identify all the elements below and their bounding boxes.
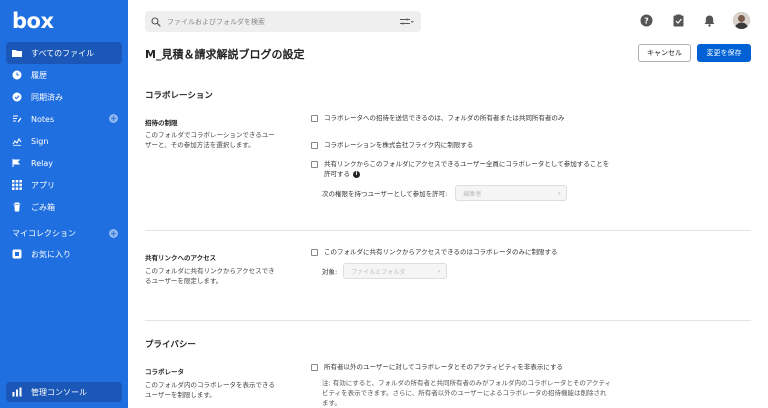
checkbox[interactable]	[311, 248, 318, 256]
sidebar-item-all-files[interactable]: すべてのファイル	[6, 42, 122, 64]
admin-console-label: 管理コンソール	[31, 387, 87, 397]
folder-icon	[12, 48, 22, 58]
option-label: 所有者以外のユーザーに対してコラボレータとそのアクティビティを非表示にする	[324, 363, 563, 371]
sidebar-item-apps[interactable]: アプリ	[6, 174, 122, 196]
sidebar-item-history[interactable]: 履歴	[6, 64, 122, 86]
box-logo[interactable]: box	[12, 9, 54, 33]
relay-icon	[12, 158, 22, 168]
tasks-icon[interactable]	[672, 14, 685, 27]
filter-icon[interactable]	[400, 17, 414, 26]
sidebar-item-label: 履歴	[31, 70, 47, 80]
grid-icon	[12, 180, 22, 190]
sidebar-item-notes[interactable]: Notes +	[6, 108, 122, 130]
sidebar-item-sign[interactable]: Sign	[6, 130, 122, 152]
target-row: 対象: ファイルとフォルダ ▾	[322, 263, 448, 279]
sidebar-item-relay[interactable]: Relay	[6, 152, 122, 174]
option-label: コラボレータへの招待を送信できるのは、フォルダの所有者または共同所有者のみ	[324, 114, 565, 122]
notes-icon	[12, 114, 22, 124]
option-hide-collaborators[interactable]: 所有者以外のユーザーに対してコラボレータとそのアクティビティを非表示にする	[311, 362, 611, 372]
checkbox[interactable]	[311, 114, 318, 122]
collaborators-desc: このフォルダ内のコラボレータを表示できるユーザーを制限します。	[145, 381, 275, 399]
option-label: このフォルダに共有リンクからアクセスできるのはコラボレータのみに制限する	[324, 248, 558, 256]
search-placeholder: ファイルおよびフォルダを検索	[167, 17, 265, 26]
check-circle-icon	[12, 92, 22, 102]
option-shared-link-collaborators-only[interactable]: このフォルダに共有リンクからアクセスできるのはコラボレータのみに制限する	[311, 247, 611, 257]
sidebar-item-label: お気に入り	[31, 249, 71, 259]
checkbox[interactable]	[311, 363, 318, 371]
bar-chart-icon	[12, 387, 22, 397]
collaborators-title: コラボレータ	[145, 368, 184, 376]
sidebar-item-label: アプリ	[31, 180, 55, 190]
sidebar-nav: すべてのファイル 履歴 同期済み Notes + Sign Relay アプリ	[0, 42, 128, 218]
collaboration-section-title: コラボレーション	[145, 91, 213, 101]
sidebar-item-label: 同期済み	[31, 92, 63, 102]
bell-icon[interactable]	[703, 14, 716, 27]
favorites-icon	[12, 249, 22, 259]
option-owner-invite-only[interactable]: コラボレータへの招待を送信できるのは、フォルダの所有者または共同所有者のみ	[311, 113, 611, 123]
svg-text:?: ?	[644, 17, 649, 26]
add-note-icon[interactable]: +	[109, 114, 118, 123]
clock-icon	[12, 70, 22, 80]
sidebar: box すべてのファイル 履歴 同期済み Notes + Sign Relay	[0, 0, 128, 408]
invite-restrictions-title: 招待の制限	[145, 119, 178, 127]
my-collections: マイコレクション + お気に入り	[0, 223, 128, 265]
sidebar-item-label: ごみ箱	[31, 202, 55, 212]
my-collections-label: マイコレクション	[12, 228, 76, 238]
admin-console-button[interactable]: 管理コンソール	[6, 382, 122, 402]
avatar[interactable]	[733, 12, 750, 29]
chevron-down-icon: ▾	[437, 269, 441, 275]
divider	[145, 320, 751, 321]
top-bar: ファイルおよびフォルダを検索 ?	[128, 0, 768, 42]
divider	[145, 230, 751, 231]
info-icon[interactable]: i	[353, 170, 360, 178]
search-icon	[151, 16, 161, 27]
save-button[interactable]: 変更を保存	[697, 44, 751, 62]
sidebar-item-label: Sign	[31, 136, 49, 146]
target-select[interactable]: ファイルとフォルダ ▾	[343, 263, 448, 279]
privacy-section-title: プライバシー	[145, 340, 196, 350]
sign-icon	[12, 136, 22, 146]
sidebar-item-label: Notes	[31, 114, 55, 124]
my-collections-header[interactable]: マイコレクション +	[6, 223, 122, 243]
target-label: 対象:	[322, 268, 338, 276]
page-title: M_見積＆請求解説ブログの設定	[145, 48, 305, 61]
cancel-button[interactable]: キャンセル	[638, 44, 691, 62]
option-label: 共有リンクからこのフォルダにアクセスできるユーザー全員にコラボレータとして参加す…	[324, 160, 610, 178]
permission-label: 次の権限を持つユーザーとして参加を許可:	[322, 190, 448, 198]
sidebar-item-synced[interactable]: 同期済み	[6, 86, 122, 108]
shared-link-access-title: 共有リンクへのアクセス	[145, 254, 217, 262]
sidebar-item-label: Relay	[31, 158, 53, 168]
invite-restrictions-desc: このフォルダでコラボレーションできるユーザーと、その参加方法を選択します。	[145, 131, 275, 149]
help-icon[interactable]: ?	[640, 14, 653, 27]
sidebar-item-trash[interactable]: ごみ箱	[6, 196, 122, 218]
permission-row: 次の権限を持つユーザーとして参加を許可: 編集者 ▾	[322, 185, 568, 201]
option-label: コラボレーションを株式会社フライク内に制限する	[324, 141, 474, 149]
option-restrict-to-company[interactable]: コラボレーションを株式会社フライク内に制限する	[311, 140, 611, 150]
sidebar-item-label: すべてのファイル	[31, 48, 95, 58]
permission-select[interactable]: 編集者 ▾	[455, 185, 568, 201]
search-input[interactable]: ファイルおよびフォルダを検索	[145, 11, 421, 32]
shared-link-access-desc: このフォルダに共有リンクからアクセスできるユーザーを限定します。	[145, 267, 275, 285]
chevron-down-icon: ▾	[557, 191, 561, 197]
privacy-note: 注: 有効にすると、フォルダの所有者と共同所有者のみがフォルダ内のコラボレータと…	[322, 379, 612, 407]
checkbox[interactable]	[311, 160, 318, 168]
add-collection-icon[interactable]: +	[109, 229, 118, 238]
sidebar-item-favorites[interactable]: お気に入り	[6, 243, 122, 265]
checkbox[interactable]	[311, 141, 318, 149]
option-shared-link-join[interactable]: 共有リンクからこのフォルダにアクセスできるユーザー全員にコラボレータとして参加す…	[311, 159, 611, 179]
trash-icon	[12, 202, 22, 212]
